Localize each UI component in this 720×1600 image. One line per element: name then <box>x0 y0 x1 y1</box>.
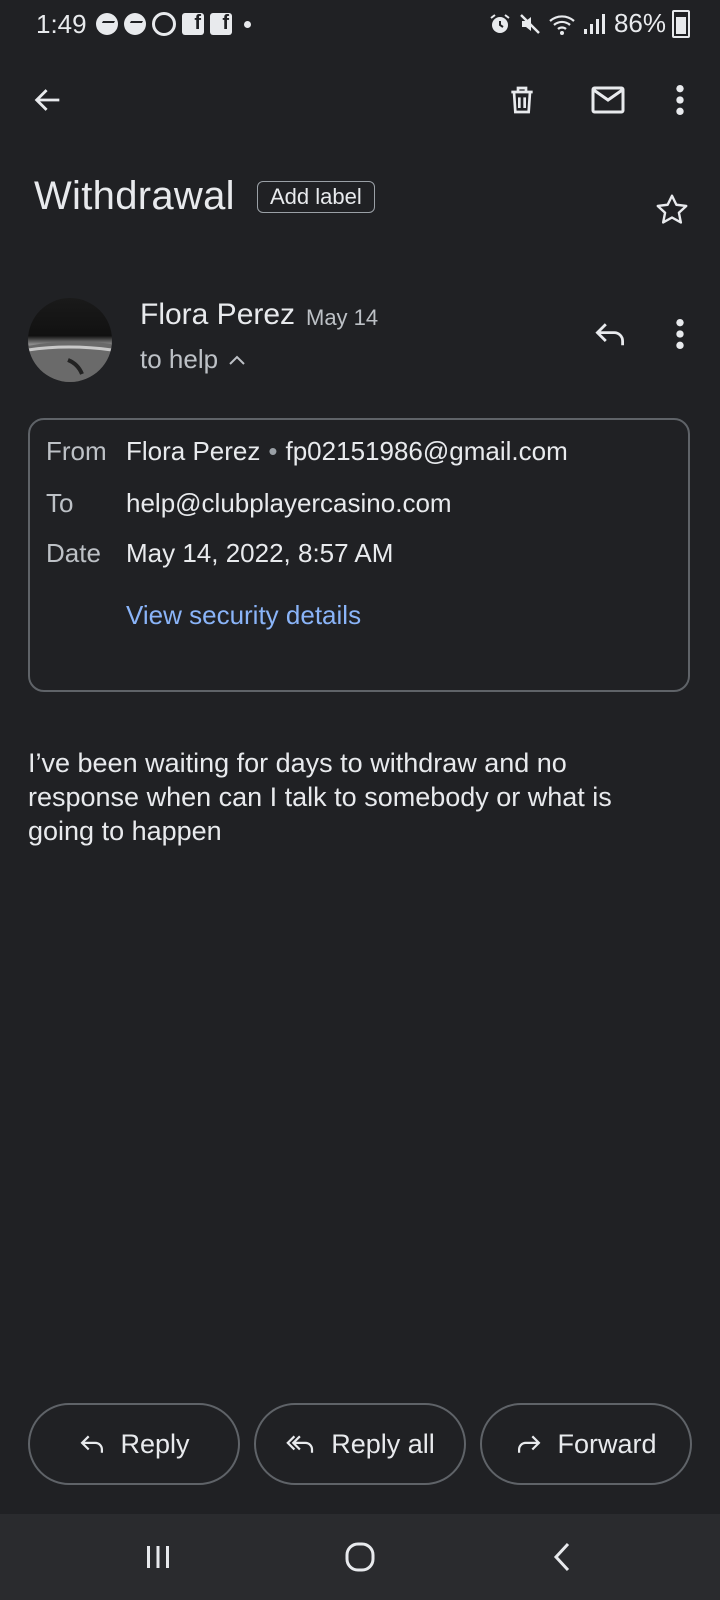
quick-reply-button[interactable] <box>586 310 634 358</box>
status-time: 1:49 <box>36 9 87 39</box>
battery-charging-icon <box>672 9 690 38</box>
message-details-card: From Flora Perez • fp02151986@gmail.com To… <box>28 418 690 692</box>
messenger-icon <box>124 13 146 35</box>
recipient-summary-text: to help <box>140 344 219 374</box>
email-subject: Withdrawal <box>34 174 235 218</box>
message-more-button[interactable] <box>660 310 700 358</box>
forward-button-label: Forward <box>557 1428 657 1459</box>
sender-name: Flora Perez <box>140 298 296 331</box>
dot-icon <box>244 20 251 28</box>
signal-icon <box>583 13 605 34</box>
back-arrow-icon <box>34 89 60 111</box>
star-button[interactable] <box>650 188 694 232</box>
system-back-button[interactable] <box>532 1534 592 1580</box>
more-vert-icon <box>676 318 684 350</box>
sender-avatar[interactable] <box>28 298 112 382</box>
facebook-icon <box>182 12 204 35</box>
star-icon <box>656 194 688 224</box>
status-bar: 1:49 86% <box>0 0 720 48</box>
subject-row: Withdrawal Add label <box>34 174 694 234</box>
wifi-icon <box>549 14 575 35</box>
back-button[interactable] <box>24 76 72 124</box>
facebook-icon <box>210 12 232 35</box>
mark-unread-button[interactable] <box>584 76 632 124</box>
view-security-details-link[interactable]: View security details <box>126 600 361 631</box>
mute-icon <box>520 13 540 34</box>
delete-icon <box>511 86 533 114</box>
email-screen: 1:49 86% <box>0 0 720 1600</box>
recipient-summary[interactable]: to help <box>140 344 246 375</box>
more-options-button[interactable] <box>656 76 704 124</box>
email-short-date: May 14 <box>306 305 379 330</box>
recent-apps-button[interactable] <box>128 1534 188 1580</box>
from-email[interactable]: fp02151986@gmail.com <box>286 436 568 466</box>
detail-to-value[interactable]: help@clubplayercasino.com <box>126 488 452 519</box>
from-name: Flora Perez <box>126 436 261 466</box>
delete-button[interactable] <box>498 76 546 124</box>
chevron-left-icon <box>553 1542 570 1572</box>
reply-icon <box>81 1435 104 1453</box>
reply-button[interactable]: Reply <box>28 1403 240 1485</box>
detail-date-value: May 14, 2022, 8:57 AM <box>126 538 394 568</box>
reply-all-icon <box>286 1435 314 1453</box>
chevron-up-icon <box>229 355 245 365</box>
messenger-icon <box>96 13 118 35</box>
alarm-icon <box>490 13 510 33</box>
detail-to-row: To help@clubplayercasino.com <box>46 488 452 519</box>
notification-icons <box>96 12 251 36</box>
reply-button-label: Reply <box>120 1428 190 1459</box>
more-vert-icon <box>676 84 684 116</box>
avatar-image <box>28 341 112 382</box>
reply-all-button-label: Reply all <box>331 1428 435 1459</box>
forward-icon <box>518 1435 541 1453</box>
forward-button[interactable]: Forward <box>480 1403 692 1485</box>
detail-to-label: To <box>46 488 74 518</box>
email-body: I’ve been waiting for days to withdraw a… <box>28 748 612 846</box>
detail-from-value: Flora Perez • fp02151986@gmail.com <box>126 436 568 467</box>
home-icon <box>345 1542 375 1572</box>
recent-apps-icon <box>147 1546 169 1568</box>
from-separator: • <box>268 436 278 466</box>
home-button[interactable] <box>330 1534 390 1580</box>
mark-unread-icon <box>591 86 625 114</box>
detail-date-label: Date <box>46 538 101 568</box>
system-icons: 86% <box>488 8 690 39</box>
detail-from-row: From Flora Perez • fp02151986@gmail.com <box>46 436 568 467</box>
detail-date-row: Date May 14, 2022, 8:57 AM <box>46 538 393 569</box>
detail-from-label: From <box>46 436 107 466</box>
system-navigation-bar <box>0 1514 720 1600</box>
top-toolbar <box>0 60 720 140</box>
reply-icon <box>595 323 624 346</box>
reply-all-button[interactable]: Reply all <box>254 1403 466 1485</box>
threads-icon <box>152 12 176 36</box>
add-label-chip[interactable]: Add label <box>257 181 375 213</box>
battery-percent: 86% <box>613 8 666 38</box>
